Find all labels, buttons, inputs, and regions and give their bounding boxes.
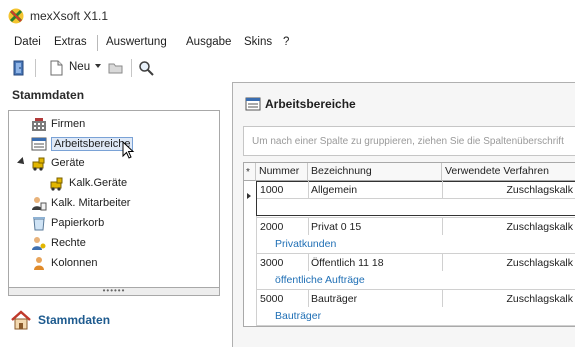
devices-icon xyxy=(32,157,45,171)
tree-item-rechte[interactable]: Rechte xyxy=(31,234,86,252)
left-panel-title: Stammdaten xyxy=(12,88,85,102)
cell-bezeichnung[interactable]: Privat 0 15 xyxy=(308,219,442,236)
tree-item-papierkorb[interactable]: Papierkorb xyxy=(31,214,104,232)
tree-item-firmen[interactable]: Firmen xyxy=(31,115,85,133)
grid-line xyxy=(442,254,443,271)
menu-datei[interactable]: Datei xyxy=(14,36,41,48)
cell-nummer[interactable]: 3000 xyxy=(257,255,308,272)
tree-item-arbeitsbereiche[interactable]: Arbeitsbereiche xyxy=(31,135,134,153)
cell-verfahren[interactable]: Zuschlagskalk xyxy=(442,219,575,236)
grid-line xyxy=(256,289,575,290)
tree-item-kalk-geraete[interactable]: Kalk.Geräte xyxy=(49,174,127,192)
nav-button-label: Stammdaten xyxy=(38,313,111,327)
group-by-hint: Um nach einer Spalte zu gruppieren, zieh… xyxy=(252,136,564,147)
grid-line xyxy=(256,253,575,254)
tree-item-label: Kalk.Geräte xyxy=(69,177,128,189)
collapse-chevron-icon[interactable] xyxy=(17,157,27,167)
new-document-icon[interactable] xyxy=(47,59,65,77)
calc-devices-icon xyxy=(50,177,63,191)
new-dropdown-arrow-icon[interactable] xyxy=(95,64,101,68)
workarea-icon xyxy=(245,97,261,111)
cell-bezeichnung[interactable]: Allgemein xyxy=(308,182,442,199)
tree-item-label: Kalk. Mitarbeiter xyxy=(51,197,131,209)
search-icon[interactable] xyxy=(137,59,155,77)
cell-verfahren[interactable]: Zuschlagskalk xyxy=(442,291,575,308)
column-header-nummer[interactable]: Nummer xyxy=(256,163,308,181)
row-indicator-icon xyxy=(247,193,251,199)
tree-item-kolonnen[interactable]: Kolonnen xyxy=(31,254,98,272)
cell-nummer[interactable]: 1000 xyxy=(257,182,308,199)
tree-item-label: Papierkorb xyxy=(51,217,105,229)
workarea-icon xyxy=(31,137,47,151)
menu-ausgabe[interactable]: Ausgabe xyxy=(186,36,231,48)
cell-nummer[interactable]: 5000 xyxy=(257,291,308,308)
window-title: mexXsoft X1.1 xyxy=(30,9,109,23)
home-icon xyxy=(11,310,31,330)
cell-verfahren[interactable]: Zuschlagskalk xyxy=(442,255,575,272)
grid-line xyxy=(442,181,443,198)
grid-line xyxy=(256,217,575,218)
panel-splitter[interactable]: •••••• xyxy=(8,287,220,296)
main-panel: Arbeitsbereiche Um nach einer Spalte zu … xyxy=(232,82,575,347)
grid-line xyxy=(308,290,309,307)
grid-line xyxy=(308,218,309,235)
tree-item-label: Rechte xyxy=(51,237,86,249)
navigation-tree: Firmen Arbeitsbereiche Geräte Kalk.Gerät… xyxy=(8,110,220,288)
company-icon xyxy=(32,118,46,131)
mouse-cursor-icon xyxy=(122,141,135,159)
column-header-bezeichnung[interactable]: Bezeichnung xyxy=(308,163,442,181)
menu-separator xyxy=(97,35,98,51)
cell-bezeichnung[interactable]: Öffentlich 11 18 xyxy=(308,255,442,272)
new-button[interactable]: Neu xyxy=(69,61,90,73)
grid-line xyxy=(308,181,309,198)
row-detail-link[interactable]: öffentliche Aufträge xyxy=(275,274,365,286)
row-detail-link[interactable]: Bauträger xyxy=(275,310,321,322)
calc-staff-icon xyxy=(32,197,47,211)
grid-line xyxy=(308,254,309,271)
grid-line xyxy=(256,325,575,326)
title-bar: mexXsoft X1.1 xyxy=(0,0,575,32)
rights-icon xyxy=(32,237,46,250)
grid-line xyxy=(257,198,575,199)
grid-line xyxy=(442,218,443,235)
exit-door-icon[interactable] xyxy=(10,59,28,77)
toolbar: Neu xyxy=(0,55,575,81)
trash-icon xyxy=(33,217,45,231)
cell-nummer[interactable]: 2000 xyxy=(257,219,308,236)
tree-item-label: Kolonnen xyxy=(51,257,98,269)
new-row-marker: * xyxy=(246,167,250,178)
cell-verfahren[interactable]: Zuschlagskalk xyxy=(442,182,575,199)
menu-auswertung[interactable]: Auswertung xyxy=(106,36,167,48)
data-grid: * Nummer Bezeichnung Verwendete Verfahre… xyxy=(243,162,575,327)
open-folder-icon[interactable] xyxy=(107,59,125,77)
tree-item-kalk-mitarbeiter[interactable]: Kalk. Mitarbeiter xyxy=(31,194,130,212)
column-header-verfahren[interactable]: Verwendete Verfahren xyxy=(442,163,575,181)
tree-item-geraete[interactable]: Geräte xyxy=(31,154,85,172)
tree-item-label: Firmen xyxy=(51,118,86,130)
tree-item-label: Geräte xyxy=(51,157,85,169)
nav-button-stammdaten[interactable]: Stammdaten xyxy=(10,308,110,332)
row-detail-link[interactable]: Privatkunden xyxy=(275,238,336,250)
app-logo-icon xyxy=(8,8,24,24)
new-row-header-cell: * xyxy=(244,163,256,181)
toolbar-separator xyxy=(131,59,132,77)
grid-line xyxy=(442,290,443,307)
menu-bar: Datei Extras Auswertung Ausgabe Skins ? xyxy=(0,33,575,53)
group-by-area[interactable]: Um nach einer Spalte zu gruppieren, zieh… xyxy=(243,126,575,156)
menu-help[interactable]: ? xyxy=(283,36,289,48)
main-panel-title: Arbeitsbereiche xyxy=(265,97,356,111)
cell-bezeichnung[interactable]: Bauträger xyxy=(308,291,442,308)
menu-skins[interactable]: Skins xyxy=(244,36,272,48)
toolbar-separator xyxy=(35,59,36,77)
team-icon xyxy=(34,257,44,270)
main-panel-header: Arbeitsbereiche xyxy=(245,96,356,112)
menu-extras[interactable]: Extras xyxy=(54,36,87,48)
